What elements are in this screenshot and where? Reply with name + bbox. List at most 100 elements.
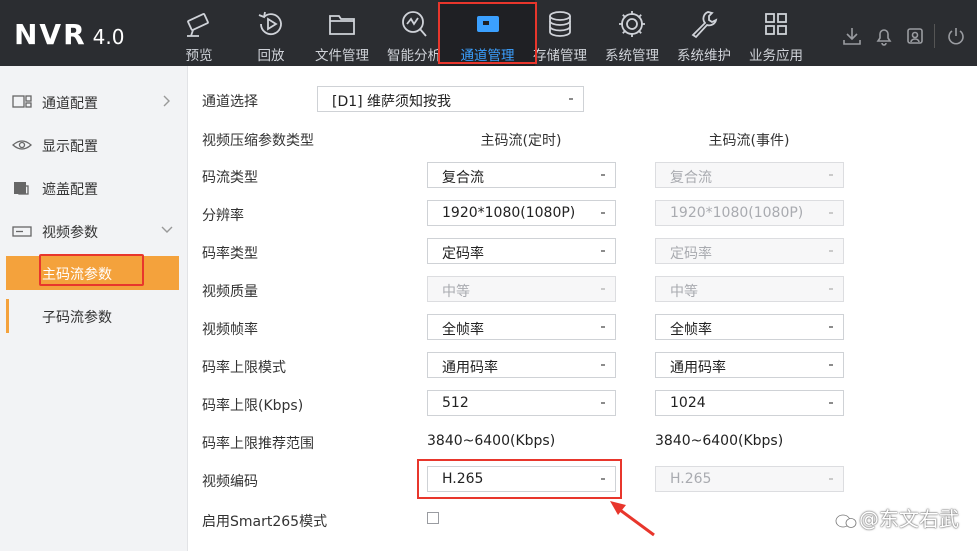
nav-preview[interactable]: 预览 (166, 0, 232, 66)
resolution-label: 分辨率 (202, 208, 244, 224)
frame-rate-event-select[interactable]: 全帧率 (655, 314, 844, 340)
sidebar-item-display-config[interactable]: 显示配置 (0, 125, 188, 165)
resolution-event-select: 1920*1080(1080P) (655, 200, 844, 226)
toolbar-divider (934, 24, 935, 48)
frame-rate-timed-select[interactable]: 全帧率 (427, 314, 616, 340)
select-value: 全帧率 (442, 322, 484, 338)
resolution-timed-select[interactable]: 1920*1080(1080P) (427, 200, 616, 226)
eye-icon (12, 140, 32, 150)
caret-down-icon (569, 98, 573, 100)
caret-down-icon (829, 212, 833, 214)
sidebar-item-label: 显示配置 (42, 139, 98, 155)
video-quality-event-select: 中等 (655, 276, 844, 302)
sidebar-item-video-params[interactable]: 视频参数 (0, 211, 188, 251)
caret-down-icon (829, 326, 833, 328)
nav-file-management[interactable]: 文件管理 (308, 0, 376, 66)
nav-label: 系统管理 (605, 48, 659, 64)
select-value: 中等 (670, 284, 698, 300)
video-quality-label: 视频质量 (202, 284, 258, 300)
bitrate-limit-mode-timed-select[interactable]: 通用码率 (427, 352, 616, 378)
caret-down-icon (829, 288, 833, 290)
bitrate-type-label: 码率类型 (202, 246, 258, 262)
caret-down-icon (601, 326, 605, 328)
sidebar-sub-sub-stream[interactable]: 子码流参数 (6, 299, 179, 333)
select-value: 复合流 (670, 170, 712, 186)
stream-type-timed-select[interactable]: 复合流 (427, 162, 616, 188)
nav-playback[interactable]: 回放 (238, 0, 304, 66)
caret-down-icon (601, 212, 605, 214)
user-card-icon[interactable] (905, 26, 925, 46)
smart265-label: 启用Smart265模式 (202, 514, 328, 530)
channel-select-label: 通道选择 (202, 94, 258, 110)
caret-down-icon (601, 288, 605, 290)
select-value: 定码率 (442, 246, 484, 262)
nav-system-maintenance[interactable]: 系统维护 (670, 0, 738, 66)
logo-version: 4.0 (92, 25, 125, 49)
select-value: 512 (442, 395, 469, 411)
highlight-box-nav (438, 2, 537, 64)
folder-icon (329, 15, 355, 35)
sidebar-sub-label: 子码流参数 (42, 310, 112, 326)
nav-label: 文件管理 (315, 48, 369, 64)
caret-down-icon (829, 478, 833, 480)
column-header-event: 主码流(事件) (708, 133, 790, 149)
bitrate-range-timed: 3840~6400(Kbps) (427, 433, 556, 449)
watermark-logo-icon (835, 514, 857, 528)
download-icon[interactable] (842, 26, 862, 46)
select-value: H.265 (670, 471, 712, 487)
column-header-timed: 主码流(定时) (480, 133, 562, 149)
analysis-icon (402, 11, 427, 37)
caret-down-icon (601, 402, 605, 404)
chevron-down-icon (161, 226, 173, 233)
caret-down-icon (829, 174, 833, 176)
bitrate-limit-timed-select[interactable]: 512 (427, 390, 616, 416)
watermark-text: @东文右武 (859, 507, 959, 531)
sidebar-item-label: 通道配置 (42, 96, 98, 112)
bell-icon[interactable] (874, 26, 894, 46)
select-value: 定码率 (670, 246, 712, 262)
chevron-right-icon (163, 95, 170, 107)
bitrate-limit-mode-label: 码率上限模式 (202, 360, 286, 376)
sub-item-indicator (6, 299, 9, 333)
bitrate-limit-label: 码率上限(Kbps) (202, 398, 304, 414)
nav-label: 回放 (257, 48, 285, 64)
select-value: 全帧率 (670, 322, 712, 338)
power-icon[interactable] (946, 26, 966, 46)
video-param-icon (12, 226, 32, 237)
video-codec-event-select: H.265 (655, 466, 844, 492)
bitrate-type-timed-select[interactable]: 定码率 (427, 238, 616, 264)
bitrate-range-label: 码率上限推荐范围 (202, 436, 314, 452)
camera-icon (187, 13, 209, 37)
highlight-box-codec (417, 459, 622, 499)
nav-label: 系统维护 (677, 48, 731, 64)
bitrate-limit-mode-event-select[interactable]: 通用码率 (655, 352, 844, 378)
annotation-arrow-icon (610, 501, 655, 537)
nav-system-management[interactable]: 系统管理 (598, 0, 666, 66)
logo-main: NVR (14, 18, 87, 51)
sidebar-item-label: 遮盖配置 (42, 182, 98, 198)
sidebar-item-mask-config[interactable]: 遮盖配置 (0, 168, 188, 208)
select-value: [D1] 维萨须知按我 (332, 94, 452, 110)
bitrate-range-event: 3840~6400(Kbps) (655, 433, 784, 449)
sidebar-item-label: 视频参数 (42, 225, 98, 241)
stream-type-event-select: 复合流 (655, 162, 844, 188)
database-icon (549, 11, 571, 37)
gear-icon (619, 11, 645, 37)
caret-down-icon (601, 250, 605, 252)
bitrate-limit-event-select[interactable]: 1024 (655, 390, 844, 416)
nav-label: 预览 (185, 48, 213, 64)
select-value: 通用码率 (442, 360, 498, 376)
stream-type-label: 码流类型 (202, 170, 258, 186)
channel-select[interactable]: [D1] 维萨须知按我 (317, 86, 584, 112)
bitrate-type-event-select: 定码率 (655, 238, 844, 264)
select-value: 复合流 (442, 170, 484, 186)
frame-rate-label: 视频帧率 (202, 322, 258, 338)
video-quality-timed-select: 中等 (427, 276, 616, 302)
replay-icon (258, 11, 282, 36)
smart265-checkbox[interactable] (427, 512, 439, 524)
highlight-box-sidebar (39, 254, 144, 286)
sidebar-item-channel-config[interactable]: 通道配置 (0, 82, 188, 122)
sidebar: 通道配置 显示配置 遮盖配置 视频参数 主码流参数 子码流参数 (0, 66, 188, 551)
select-value: 1024 (670, 395, 706, 411)
nav-business-apps[interactable]: 业务应用 (742, 0, 810, 66)
